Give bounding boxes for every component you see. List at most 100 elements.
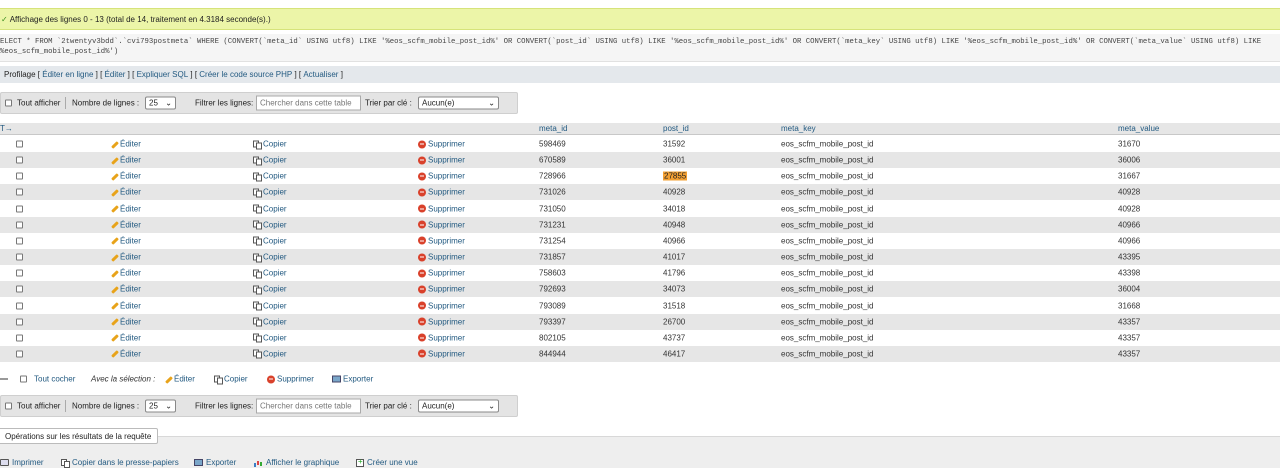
row-copy-button[interactable]: Copier [253,156,287,166]
row-copy-button[interactable]: Copier [253,220,287,230]
row-edit-button[interactable]: Éditer [110,156,141,165]
inline-edit-link[interactable]: Éditer en ligne [42,70,93,79]
show-all-label: Tout afficher [17,98,61,108]
copy-icon [253,188,262,198]
show-all-checkbox[interactable] [5,99,12,107]
row-edit-button[interactable]: Éditer [110,220,141,229]
row-edit-button[interactable]: Éditer [110,349,141,358]
row-delete-button[interactable]: Supprimer [418,204,465,213]
row-copy-button[interactable]: Copier [253,269,287,279]
row-edit-button[interactable]: Éditer [110,333,141,342]
table-row: Éditer Copier Supprimer 793089 31518 eos_scfm… [0,297,1280,314]
column-meta-key[interactable]: meta_key [781,124,816,133]
bulk-delete-button[interactable]: Supprimer [267,375,314,384]
column-arrows[interactable]: T→ [0,124,13,133]
cell-meta-key: eos_scfm_mobile_post_id [781,317,874,327]
row-delete-button[interactable]: Supprimer [418,349,465,358]
row-copy-button[interactable]: Copier [253,253,287,263]
row-delete-button[interactable]: Supprimer [418,188,465,197]
rows-select[interactable]: 25 ⌄ [145,96,176,110]
row-copy-button[interactable]: Copier [253,204,287,214]
edit-link[interactable]: Éditer [105,70,126,79]
row-copy-button[interactable]: Copier [253,333,287,343]
bulk-export-button[interactable]: Exporter [332,375,373,384]
copy-icon [253,253,262,263]
row-checkbox[interactable] [16,172,23,180]
bulk-edit-button[interactable]: Éditer [164,375,195,384]
row-delete-button[interactable]: Supprimer [418,253,465,262]
copy-icon [253,236,262,246]
row-checkbox[interactable] [16,302,23,309]
row-edit-button[interactable]: Éditer [110,204,141,213]
row-copy-button[interactable]: Copier [253,317,287,327]
row-checkbox[interactable] [16,269,23,277]
row-checkbox[interactable] [16,318,23,326]
row-copy-button[interactable]: Copier [253,301,287,311]
cell-meta-value: 40928 [1118,187,1141,197]
table-row: Éditer Copier Supprimer 728966 27855 eos_scfm… [0,168,1280,185]
row-edit-button[interactable]: Éditer [110,301,141,310]
row-delete-button[interactable]: Supprimer [418,220,465,229]
bulk-copy-button[interactable]: Copier [214,375,248,384]
row-delete-button[interactable]: Supprimer [418,269,465,278]
column-meta-id[interactable]: meta_id [539,124,567,133]
filter-input[interactable]: Chercher dans cette table [256,398,361,414]
operations-title: Opérations sur les résultats de la requê… [0,428,159,444]
check-all-checkbox[interactable] [20,375,27,383]
row-copy-button[interactable]: Copier [253,188,287,198]
row-delete-button[interactable]: Supprimer [418,317,465,326]
row-checkbox[interactable] [16,188,23,196]
row-checkbox[interactable] [16,350,23,358]
row-copy-button[interactable]: Copier [253,285,287,295]
cell-meta-value: 43398 [1118,268,1141,278]
show-all-checkbox[interactable] [5,402,12,410]
delete-icon [418,317,426,326]
filter-input[interactable]: Chercher dans cette table [256,95,361,111]
row-edit-button[interactable]: Éditer [110,317,141,326]
cell-meta-key: eos_scfm_mobile_post_id [781,301,874,310]
copy-icon [253,333,262,343]
row-delete-button[interactable]: Supprimer [418,140,465,149]
column-post-id[interactable]: post_id [663,124,689,133]
row-edit-button[interactable]: Éditer [110,253,141,262]
rows-select[interactable]: 25 ⌄ [145,399,176,413]
row-checkbox[interactable] [16,156,23,164]
row-delete-button[interactable]: Supprimer [418,301,465,310]
row-checkbox[interactable] [16,221,23,229]
row-edit-button[interactable]: Éditer [110,285,141,294]
row-copy-button[interactable]: Copier [253,349,287,359]
column-meta-value[interactable]: meta_value [1118,124,1159,133]
row-checkbox[interactable] [16,140,23,148]
sort-select[interactable]: Aucun(e) ⌄ [418,96,499,110]
refresh-link[interactable]: Actualiser [303,70,338,79]
create-php-link[interactable]: Créer le code source PHP [199,70,292,79]
create-view-link[interactable]: Créer une vue [356,457,418,467]
row-delete-button[interactable]: Supprimer [418,236,465,245]
export-link[interactable]: Exporter [194,458,236,467]
row-copy-button[interactable]: Copier [253,236,287,246]
sort-select[interactable]: Aucun(e) ⌄ [418,399,499,413]
show-chart-link[interactable]: Afficher le graphique [254,458,339,467]
row-checkbox[interactable] [16,334,23,342]
row-delete-button[interactable]: Supprimer [418,285,465,294]
row-delete-button[interactable]: Supprimer [418,156,465,165]
row-checkbox[interactable] [16,253,23,261]
row-edit-button[interactable]: Éditer [110,188,141,197]
copy-clipboard-link[interactable]: Copier dans le presse-papiers [61,458,179,468]
export-icon [194,459,203,466]
row-edit-button[interactable]: Éditer [110,172,141,181]
row-checkbox[interactable] [16,205,23,213]
row-edit-button[interactable]: Éditer [110,269,141,278]
check-all-label[interactable]: Tout cocher [34,375,75,384]
row-delete-button[interactable]: Supprimer [418,333,465,342]
row-edit-button[interactable]: Éditer [110,236,141,245]
row-edit-button[interactable]: Éditer [110,140,141,149]
row-copy-button[interactable]: Copier [253,172,287,182]
explain-sql-link[interactable]: Expliquer SQL [137,70,189,79]
row-checkbox[interactable] [16,285,23,293]
cell-post-id: 46417 [663,349,686,359]
print-link[interactable]: Imprimer [0,458,44,467]
row-delete-button[interactable]: Supprimer [418,172,465,181]
row-checkbox[interactable] [16,237,23,245]
row-copy-button[interactable]: Copier [253,140,287,149]
